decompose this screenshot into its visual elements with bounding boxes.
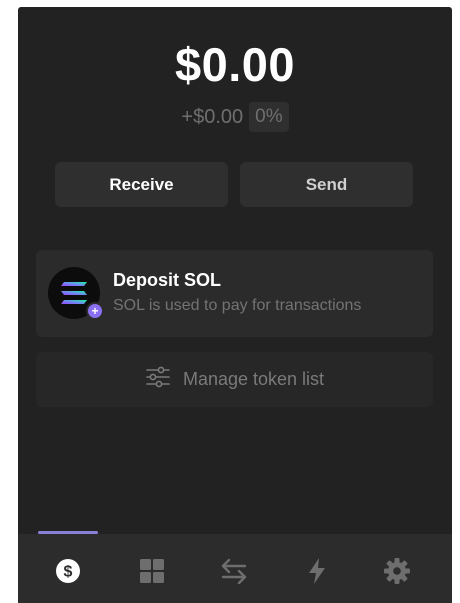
send-button[interactable]: Send xyxy=(240,162,413,207)
change-percent-badge: 0% xyxy=(249,102,289,132)
arrows-swap-icon xyxy=(221,558,247,584)
manage-token-list-button[interactable]: Manage token list xyxy=(36,352,433,407)
balance-amount: $0.00 xyxy=(174,38,296,91)
svg-text:$: $ xyxy=(64,564,73,581)
gear-icon xyxy=(384,558,410,584)
tab-collectibles[interactable] xyxy=(135,554,169,588)
change-amount: +$0.00 xyxy=(181,105,244,128)
deposit-sol-card[interactable]: + Deposit SOL SOL is used to pay for tra… xyxy=(36,250,433,337)
deposit-title: Deposit SOL xyxy=(113,270,222,290)
plus-icon: + xyxy=(86,302,104,320)
dollar-circle-icon: $ xyxy=(56,559,80,583)
tab-swap[interactable] xyxy=(217,554,251,588)
manage-token-list-label: Manage token list xyxy=(182,369,325,389)
lightning-icon xyxy=(309,558,325,584)
receive-button[interactable]: Receive xyxy=(55,162,228,207)
active-tab-indicator xyxy=(38,531,98,534)
deposit-subtitle: SOL is used to pay for transactions xyxy=(113,297,362,314)
tab-settings[interactable] xyxy=(380,554,414,588)
sliders-icon xyxy=(145,366,171,393)
bottom-tab-bar: $ xyxy=(18,531,452,603)
grid-icon xyxy=(140,559,164,583)
tab-activity[interactable] xyxy=(300,554,334,588)
wallet-panel: $0.00 +$0.00 0% Receive Send + Deposit S… xyxy=(18,7,452,603)
balance-change: +$0.00 0% xyxy=(18,102,452,132)
tab-wallet[interactable]: $ xyxy=(51,554,85,588)
